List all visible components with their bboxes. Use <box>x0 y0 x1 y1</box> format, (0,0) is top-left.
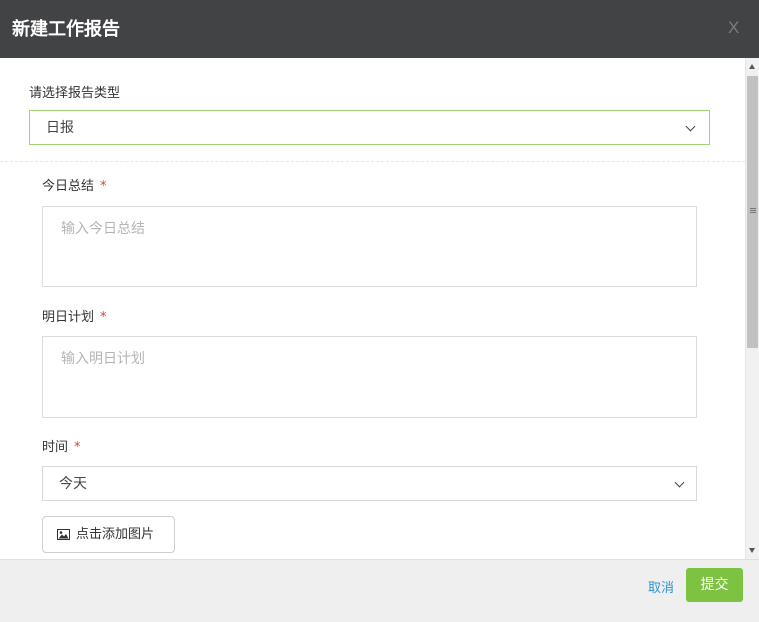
scrollbar-thumb[interactable] <box>747 76 758 348</box>
scrollbar[interactable] <box>745 58 759 559</box>
grip-line <box>750 208 756 209</box>
submit-button[interactable]: 提交 <box>686 568 743 602</box>
tomorrow-plan-label: 明日计划 * <box>42 309 107 327</box>
add-image-label: 点击添加图片 <box>76 527 155 542</box>
section-divider <box>0 161 745 162</box>
tomorrow-plan-input[interactable]: 输入明日计划 <box>42 336 697 418</box>
dialog-body: 请选择报告类型 日报 今日总结 * 输入今日总结 明日计划 * 输入明日计划 时间 *… <box>0 58 745 559</box>
report-type-label: 请选择报告类型 <box>29 86 121 101</box>
time-select[interactable]: 今天 <box>42 466 697 501</box>
image-icon <box>57 529 70 540</box>
add-image-button[interactable]: 点击添加图片 <box>42 516 175 553</box>
chevron-down-icon <box>674 477 685 488</box>
time-value: 今天 <box>59 476 87 492</box>
scroll-up-arrow-icon[interactable] <box>749 64 755 69</box>
dialog-title: 新建工作报告 <box>12 19 120 40</box>
required-mark: * <box>74 440 81 455</box>
tomorrow-plan-placeholder: 输入明日计划 <box>61 351 145 367</box>
grip-line <box>750 210 756 211</box>
required-mark: * <box>100 310 107 325</box>
report-type-value: 日报 <box>46 120 74 136</box>
time-label: 时间 * <box>42 439 81 457</box>
cancel-button[interactable]: 取消 <box>648 580 674 598</box>
scroll-down-arrow-icon[interactable] <box>749 548 755 553</box>
time-label-text: 时间 <box>42 440 69 455</box>
report-type-select[interactable]: 日报 <box>29 110 710 145</box>
close-button[interactable]: X <box>728 17 739 39</box>
chevron-down-icon <box>685 121 696 132</box>
dialog-header: 新建工作报告 X <box>0 0 759 58</box>
today-summary-label-text: 今日总结 <box>42 179 95 194</box>
today-summary-placeholder: 输入今日总结 <box>61 221 145 237</box>
required-mark: * <box>100 179 107 194</box>
grip-line <box>750 212 756 213</box>
dialog-footer: 取消 提交 <box>0 559 759 622</box>
today-summary-input[interactable]: 输入今日总结 <box>42 206 697 287</box>
today-summary-label: 今日总结 * <box>42 178 107 196</box>
tomorrow-plan-label-text: 明日计划 <box>42 310 95 325</box>
